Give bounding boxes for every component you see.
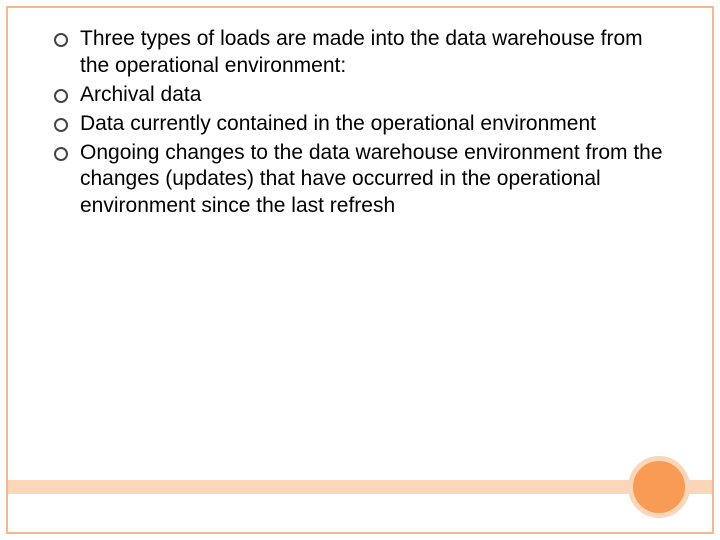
slide-content: Three types of loads are made into the d… (8, 8, 712, 220)
accent-circle-icon (628, 456, 690, 518)
accent-bar (8, 480, 712, 494)
list-item: Three types of loads are made into the d… (50, 26, 670, 80)
bullet-list: Three types of loads are made into the d… (50, 26, 670, 220)
list-item: Ongoing changes to the data warehouse en… (50, 140, 670, 221)
list-item: Archival data (50, 82, 670, 109)
slide-frame: Three types of loads are made into the d… (6, 6, 714, 534)
list-item: Data currently contained in the operatio… (50, 111, 670, 138)
